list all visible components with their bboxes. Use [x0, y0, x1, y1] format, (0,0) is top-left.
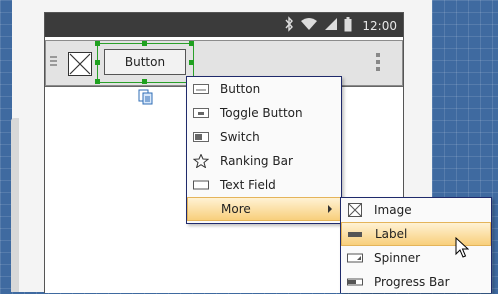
selection-handle[interactable]: [95, 79, 100, 84]
selection-handle[interactable]: [95, 60, 100, 65]
menu-item-button[interactable]: Button: [187, 77, 341, 101]
menu-item-label: Progress Bar: [374, 275, 450, 289]
image-icon: [347, 203, 363, 217]
mouse-pointer-icon: [455, 236, 470, 262]
more-submenu: Image Label Spinner Progress Bar: [340, 197, 492, 293]
text-field-icon: [193, 178, 209, 192]
menu-item-label: Spinner: [374, 251, 421, 265]
menu-item-label: Toggle Button: [220, 106, 303, 120]
spinner-icon: [347, 251, 363, 265]
button-widget[interactable]: Button: [104, 49, 186, 75]
status-time: 12:00: [362, 18, 397, 33]
status-bar: 12:00: [45, 13, 403, 37]
toggle-button-icon: [193, 106, 209, 120]
selection-handle[interactable]: [95, 41, 100, 46]
submenu-item-image[interactable]: Image: [341, 198, 491, 222]
menu-item-label: Switch: [220, 130, 260, 144]
menu-item-ranking-bar[interactable]: Ranking Bar: [187, 149, 341, 173]
label-icon: [348, 228, 364, 242]
star-icon: [192, 153, 210, 169]
phone-side-edge: [11, 118, 19, 292]
submenu-item-progress-bar[interactable]: Progress Bar: [341, 270, 491, 294]
selection-handle[interactable]: [189, 60, 194, 65]
menu-item-label: Text Field: [220, 178, 276, 192]
submenu-arrow-icon: [328, 205, 332, 213]
menu-item-text-field[interactable]: Text Field: [187, 173, 341, 197]
document-icon[interactable]: [138, 89, 154, 108]
menu-item-toggle-button[interactable]: Toggle Button: [187, 101, 341, 125]
progress-bar-icon: [347, 275, 363, 289]
signal-icon: [324, 17, 338, 34]
component-context-menu: Button Toggle Button Switch Ranking Bar …: [186, 76, 342, 224]
menu-item-switch[interactable]: Switch: [187, 125, 341, 149]
menu-item-label: More: [221, 202, 251, 216]
switch-icon: [193, 130, 209, 144]
menu-item-label: Image: [374, 203, 412, 217]
wifi-icon: [300, 17, 318, 34]
bluetooth-icon: [284, 16, 294, 35]
battery-icon: [344, 16, 352, 35]
selection-handle[interactable]: [189, 41, 194, 46]
menu-item-label: Button: [220, 82, 261, 96]
button-icon: [193, 82, 209, 96]
hamburger-icon[interactable]: [50, 56, 57, 68]
selection-handle[interactable]: [142, 79, 147, 84]
selection-handle[interactable]: [142, 41, 147, 46]
image-placeholder-icon[interactable]: [68, 52, 92, 76]
menu-item-label: Ranking Bar: [220, 154, 293, 168]
overflow-menu-icon[interactable]: [376, 53, 380, 74]
menu-item-more[interactable]: More: [187, 197, 341, 221]
menu-item-label: Label: [375, 227, 408, 241]
